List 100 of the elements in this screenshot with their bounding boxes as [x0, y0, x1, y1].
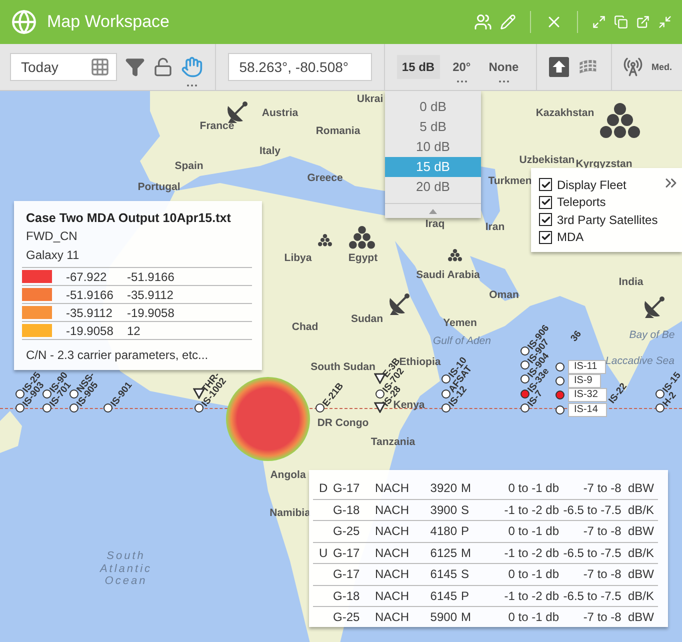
table-cell-text: 6145 — [429, 567, 458, 582]
country-label: Portugal — [138, 181, 180, 193]
table-cell-text: NACH — [375, 502, 410, 517]
more-dots-icon[interactable] — [456, 80, 468, 83]
country-label: Ethiopia — [399, 356, 441, 368]
table-cell-text: G-25 — [333, 610, 361, 624]
range-max: 12 — [127, 324, 140, 338]
dropdown-option[interactable]: 10 dB — [385, 137, 481, 157]
country-label: Turkmen — [488, 175, 532, 187]
table-cell-text: 4180 — [429, 524, 458, 538]
table-cell-text: NACH — [375, 524, 410, 538]
checkbox[interactable] — [539, 230, 552, 244]
country-label: Kazakhstan — [536, 107, 594, 119]
table-cell-text: -6.5 to -7.5 dB/K — [563, 588, 655, 603]
table-cell-text: M — [461, 546, 472, 560]
range-min: -51.9166 — [66, 288, 114, 302]
satellite-callout: IS-32 — [568, 388, 607, 402]
country-label: Egypt — [348, 252, 378, 264]
table-cell-text: S — [461, 502, 470, 517]
table-cell-text: 5900 — [429, 610, 458, 624]
country-label: Chad — [292, 321, 318, 333]
table-cell-text: NACH — [375, 610, 410, 624]
table-cell-text: D — [318, 481, 329, 496]
table-cell-text: U — [318, 546, 329, 560]
table-cell-text: NACH — [375, 481, 410, 496]
table-cell-text: 0 to -1 db — [507, 481, 560, 496]
satellite-callout: IS-14 — [568, 403, 607, 417]
country-label: DR Congo — [317, 417, 369, 429]
country-label: Tanzania — [370, 436, 416, 448]
table-cell-text: -7 to -8 dBW — [582, 610, 655, 624]
sea-label: Laccadive Sea — [606, 355, 674, 367]
table-cell-text: G-17 — [333, 481, 361, 496]
layer-option[interactable]: 3rd Party Satellites — [539, 211, 682, 228]
table-cell-text: -1 to -2 db — [503, 546, 560, 560]
table-cell-text: M — [461, 610, 472, 624]
coordinates-field[interactable]: 58.263°, -80.508° — [228, 53, 372, 81]
more-dots-icon[interactable] — [186, 84, 198, 87]
checkbox[interactable] — [539, 213, 552, 226]
country-label: Iraq — [425, 218, 445, 230]
filter-icon[interactable] — [125, 57, 146, 77]
land-shape — [0, 411, 22, 453]
table-cell-text: M — [461, 481, 472, 496]
table-cell-text: 3900 — [429, 502, 458, 517]
range-min: -67.922 — [66, 270, 108, 284]
country-label: Iran — [485, 221, 505, 233]
table-cell-text: NACH — [375, 546, 410, 560]
layer-option[interactable]: MDA — [539, 228, 682, 246]
country-label: Oman — [489, 289, 519, 301]
dropdown-option[interactable]: 20 dB — [385, 177, 481, 197]
legend-title: Case Two MDA Output 10Apr15.txt — [25, 211, 232, 227]
dropdown-option[interactable]: 5 dB — [385, 117, 481, 137]
checkbox[interactable] — [539, 178, 552, 192]
more-dots-icon[interactable] — [498, 80, 510, 83]
ocean-label: South Atlantic Ocean — [98, 550, 154, 588]
table-cell-text: G-25 — [333, 524, 361, 538]
country-label: Austria — [262, 107, 298, 119]
overlay-selector[interactable]: None — [484, 60, 524, 74]
table-cell-text: P — [461, 588, 470, 603]
legend-text: Galaxy 11 — [25, 248, 80, 264]
window-title: Map Workspace — [47, 12, 171, 32]
table-cell-text: P — [461, 524, 470, 538]
range-max: -51.9166 — [127, 270, 174, 284]
antenna-icon[interactable] — [623, 57, 644, 77]
table-cell-text: -7 to -8 dBW — [582, 481, 655, 496]
unlocked-icon[interactable] — [153, 57, 174, 77]
checkbox[interactable] — [539, 196, 552, 209]
table-cell-text: -7 to -8 dBW — [582, 524, 655, 538]
satellite-callout: IS-9 — [568, 374, 602, 388]
table-cell-text: G-17 — [333, 567, 361, 582]
elevation-selector[interactable]: 20° — [448, 60, 476, 74]
country-label: Greece — [307, 172, 343, 184]
table-cell-text: 0 to -1 db — [507, 567, 560, 582]
country-label: Kyrgyzstan — [576, 158, 632, 170]
country-label: South Sudan — [310, 361, 376, 373]
layer-option[interactable]: Teleports — [539, 194, 682, 211]
gain-selector[interactable]: 15 dB — [396, 55, 440, 79]
table-cell-text: -7 to -8 dBW — [582, 567, 655, 582]
signal-label: Med. — [651, 62, 672, 72]
country-label: Uzbekistan — [519, 154, 575, 166]
date-field[interactable]: Today — [10, 53, 118, 81]
country-label: Italy — [260, 145, 280, 157]
table-cell-text: -6.5 to -7.5 dB/K — [563, 502, 655, 517]
dropdown-option[interactable]: 0 dB — [385, 97, 481, 117]
country-label: India — [618, 276, 644, 288]
table-cell-text: G-17 — [333, 546, 361, 560]
country-label: Spain — [174, 160, 204, 172]
sea-label: Bay of Be — [629, 329, 675, 341]
cluster-icon[interactable] — [448, 249, 462, 263]
country-label: France — [200, 120, 234, 132]
legend-note: C/N - 2.3 carrier parameters, etc... — [22, 339, 252, 362]
country-label: Namibia — [270, 507, 310, 519]
country-label: Yemen — [443, 317, 477, 329]
layer-option[interactable]: Display Fleet — [539, 176, 682, 194]
range-min: -35.9112 — [66, 306, 114, 320]
country-label: Ukrai — [356, 93, 384, 105]
cluster-icon[interactable] — [318, 234, 332, 248]
range-max: -19.9058 — [127, 306, 174, 320]
globe-icon — [11, 9, 37, 35]
table-cell-text: 6145 — [429, 588, 458, 603]
grid-icon[interactable] — [90, 57, 110, 77]
